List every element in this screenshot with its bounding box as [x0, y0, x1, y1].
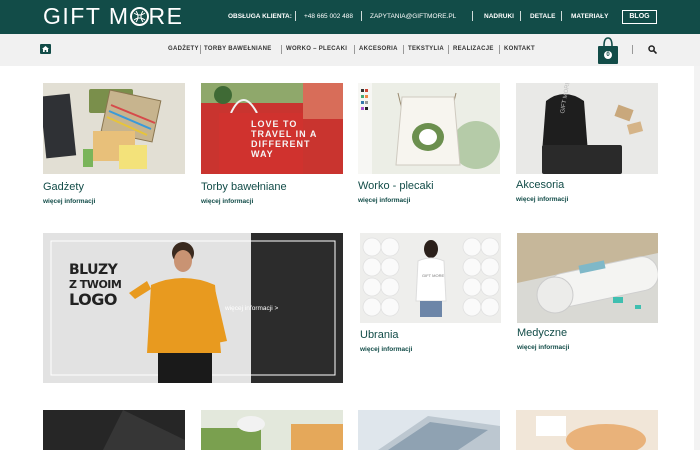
category-title-torby[interactable]: Torby bawełniane	[201, 181, 287, 193]
phone-link[interactable]: +48 665 002 488	[304, 13, 353, 20]
divider	[295, 11, 296, 21]
category-title-medyczne[interactable]: Medyczne	[517, 327, 567, 339]
nav-bar	[0, 34, 700, 66]
category-image-akcesoria[interactable]: GIFT MORE	[516, 83, 658, 174]
shirt-print-text: GIFT MORE	[422, 273, 445, 278]
divider	[354, 45, 355, 54]
bag-icon	[598, 37, 618, 64]
category-more-ubrania[interactable]: więcej informacji	[360, 346, 412, 353]
divider	[448, 45, 449, 54]
nav-item-gadzety[interactable]: GADŻETY	[168, 46, 199, 52]
nav-item-tekstylia[interactable]: TEKSTYLIA	[408, 46, 444, 52]
category-title-ubrania[interactable]: Ubrania	[360, 329, 399, 341]
category-more-medyczne[interactable]: więcej informacji	[517, 344, 569, 351]
home-icon	[42, 46, 49, 52]
top-link-materialy[interactable]: MATERIAŁY	[571, 13, 608, 20]
category-image-ubrania[interactable]: GIFT MORE	[360, 233, 501, 323]
nav-item-akcesoria[interactable]: AKCESORIA	[359, 46, 398, 52]
divider	[632, 45, 633, 54]
home-button[interactable]	[40, 44, 51, 54]
category-more-akcesoria[interactable]: więcej informacji	[516, 196, 568, 203]
divider	[499, 45, 500, 54]
cart-button[interactable]: 0	[598, 36, 618, 64]
support-label: OBSŁUGA KLIENTA:	[228, 13, 292, 20]
category-title-worko[interactable]: Worko - plecaki	[358, 180, 434, 192]
logo[interactable]: GIFT M RE	[43, 3, 183, 30]
logo-text: GIFT M	[43, 3, 130, 29]
divider	[520, 11, 521, 21]
category-more-gadzety[interactable]: więcej informacji	[43, 198, 95, 205]
logo-text-end: RE	[148, 3, 184, 29]
logo-ball-icon	[129, 7, 149, 26]
nav-item-worko[interactable]: WORKO – PLECAKI	[286, 46, 347, 52]
divider	[281, 45, 282, 54]
divider	[472, 11, 473, 21]
category-image-gadzety[interactable]	[43, 83, 185, 174]
divider	[403, 45, 404, 54]
divider	[361, 11, 362, 21]
blog-button[interactable]: BLOG	[622, 10, 657, 24]
email-link[interactable]: ZAPYTANIA@GIFTMORE.PL	[370, 13, 456, 20]
category-image-medyczne[interactable]	[517, 233, 658, 323]
scrollbar[interactable]	[694, 66, 700, 450]
top-link-nadruki[interactable]: NADRUKI	[484, 13, 514, 20]
category-image-torby[interactable]: LOVE TO TRAVEL IN A DIFFERENT WAY	[201, 83, 343, 174]
category-more-worko[interactable]: więcej informacji	[358, 197, 410, 204]
banner-more-link[interactable]: więcej informacji >	[225, 305, 278, 312]
divider	[200, 45, 201, 54]
category-image-row3-4[interactable]	[516, 410, 658, 450]
category-image-row3-1[interactable]	[43, 410, 185, 450]
divider	[561, 11, 562, 21]
nav-item-kontakt[interactable]: KONTAKT	[504, 46, 535, 52]
category-image-row3-3[interactable]	[358, 410, 500, 450]
cart-count-badge: 0	[604, 51, 612, 59]
category-image-row3-2[interactable]	[201, 410, 343, 450]
category-image-worko[interactable]	[358, 83, 500, 174]
tote-print-text: LOVE TO TRAVEL IN A DIFFERENT WAY	[251, 119, 318, 159]
nav-item-torby[interactable]: TORBY BAWEŁNIANE	[204, 46, 272, 52]
search-icon[interactable]	[648, 45, 657, 54]
banner-line-1: BLUZY	[69, 262, 118, 278]
category-title-gadzety[interactable]: Gadżety	[43, 181, 84, 193]
top-link-detale[interactable]: DETALE	[530, 13, 556, 20]
banner-line-3: LOGO	[69, 290, 117, 309]
category-more-torby[interactable]: więcej informacji	[201, 198, 253, 205]
nav-item-realizacje[interactable]: REALIZACJE	[453, 46, 494, 52]
category-title-akcesoria[interactable]: Akcesoria	[516, 179, 564, 191]
